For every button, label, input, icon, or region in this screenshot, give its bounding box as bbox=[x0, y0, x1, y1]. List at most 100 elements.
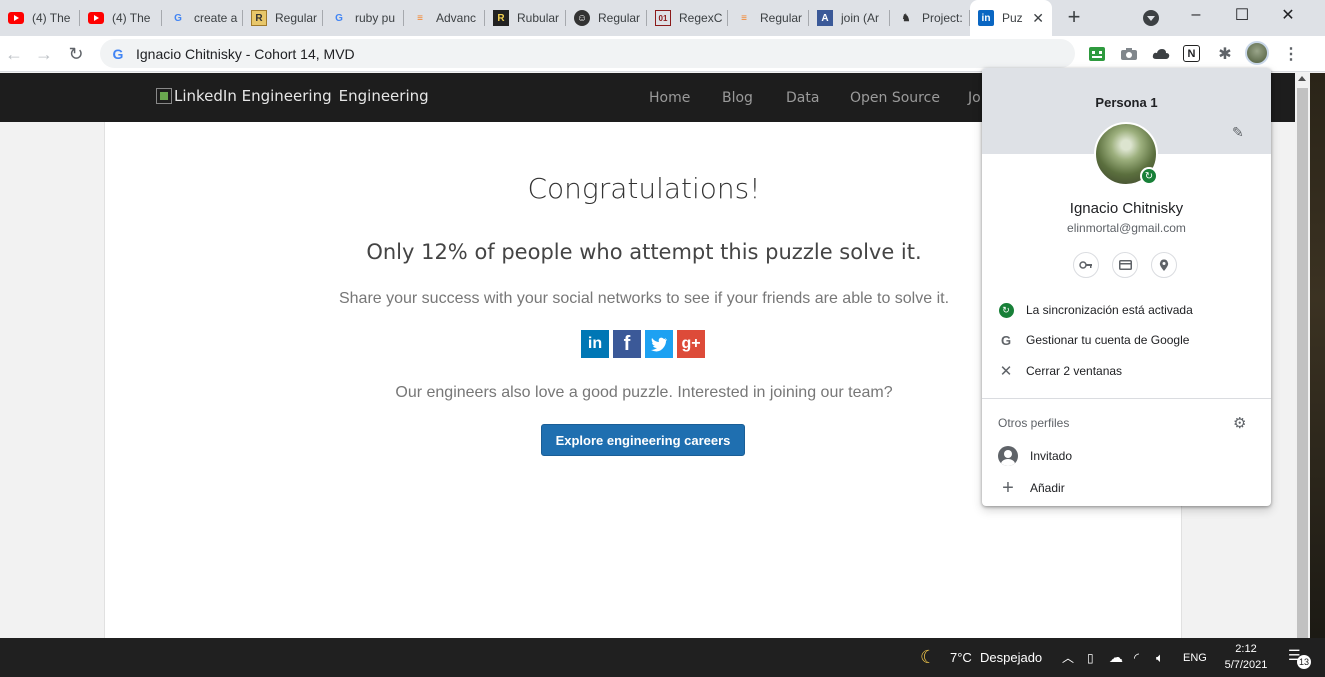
address-bar[interactable]: G Ignacio Chitnisky - Cohort 14, MVD bbox=[100, 39, 1075, 68]
forward-button[interactable]: → bbox=[32, 42, 56, 66]
minimize-button[interactable]: – bbox=[1173, 0, 1219, 30]
page-scrollbar[interactable] bbox=[1295, 73, 1310, 638]
clock-date: 5/7/2021 bbox=[1224, 659, 1268, 671]
close-tab-icon[interactable]: ✕ bbox=[1032, 10, 1044, 27]
volume-icon[interactable]: 🔈︎ bbox=[1156, 638, 1164, 677]
tab-title: Regular bbox=[275, 11, 318, 25]
browser-tab[interactable]: A join (Ar bbox=[809, 0, 890, 36]
browser-tab-active[interactable]: in Puz ✕ bbox=[970, 0, 1052, 36]
weather-desc[interactable]: Despejado bbox=[980, 638, 1042, 677]
github-icon: ☺ bbox=[574, 10, 590, 26]
site-logo[interactable]: LinkedIn Engineering Engineering bbox=[156, 87, 429, 105]
system-clock[interactable]: 2:12 5/7/2021 bbox=[1218, 641, 1274, 673]
youtube-icon bbox=[8, 10, 24, 26]
browser-tab[interactable]: G create a bbox=[162, 0, 243, 36]
google-icon: G bbox=[1000, 332, 1012, 348]
edit-pencil-icon[interactable]: ✎ bbox=[1232, 124, 1244, 141]
tab-title: Advanc bbox=[436, 11, 477, 25]
location-icon[interactable] bbox=[1151, 252, 1177, 278]
nav-home[interactable]: Home bbox=[649, 90, 690, 106]
plus-icon: + bbox=[1002, 476, 1014, 499]
logo-text: Engineering bbox=[338, 87, 429, 105]
extension-green-icon[interactable] bbox=[1087, 44, 1107, 64]
youtube-icon bbox=[88, 10, 104, 26]
device-icon[interactable]: ▯ bbox=[1087, 638, 1094, 677]
manage-account-row[interactable]: G Gestionar tu cuenta de Google bbox=[998, 330, 1258, 350]
close-window-button[interactable]: ✕ bbox=[1265, 0, 1311, 30]
broken-image-icon bbox=[156, 88, 172, 104]
new-tab-button[interactable]: + bbox=[1062, 6, 1086, 30]
stackoverflow-icon: ≡ bbox=[417, 12, 423, 24]
google-icon: G bbox=[112, 45, 124, 62]
sync-status-row[interactable]: ↻ La sincronización está activada bbox=[998, 300, 1258, 320]
appacademy-icon: A bbox=[817, 10, 833, 26]
social-share-buttons: in f g+ bbox=[581, 330, 705, 358]
tab-title: join (Ar bbox=[841, 11, 880, 25]
nav-jobs[interactable]: Jo bbox=[968, 90, 981, 106]
nav-blog[interactable]: Blog bbox=[722, 90, 753, 106]
scroll-up-icon[interactable] bbox=[1298, 76, 1306, 81]
guest-profile-row[interactable]: Invitado bbox=[998, 445, 1072, 467]
nav-data[interactable]: Data bbox=[786, 90, 819, 106]
menu-kebab-icon[interactable]: ⋮ bbox=[1281, 44, 1301, 64]
linkedin-icon: in bbox=[978, 10, 994, 26]
browser-tab[interactable]: ≡ Advanc bbox=[404, 0, 485, 36]
notification-center-icon[interactable]: ☰ 13 bbox=[1288, 647, 1311, 669]
cloud-extension-icon[interactable] bbox=[1151, 44, 1171, 64]
add-profile-row[interactable]: + Añadir bbox=[998, 477, 1065, 499]
manage-account-label: Gestionar tu cuenta de Google bbox=[1026, 333, 1190, 347]
browser-tab[interactable]: (4) The bbox=[80, 0, 162, 36]
browser-tab[interactable]: ☺ Regular bbox=[566, 0, 647, 36]
explore-careers-button[interactable]: Explore engineering careers bbox=[541, 424, 745, 456]
gear-icon[interactable]: ⚙ bbox=[1233, 414, 1246, 432]
back-button[interactable]: ← bbox=[2, 42, 26, 66]
figure-icon: ♞ bbox=[901, 12, 911, 24]
clock-time: 2:12 bbox=[1235, 643, 1257, 655]
reload-button[interactable]: ↻ bbox=[64, 42, 88, 66]
stackoverflow-icon: ≡ bbox=[741, 12, 747, 24]
tab-title: (4) The bbox=[112, 11, 151, 25]
scrollbar-thumb[interactable] bbox=[1297, 88, 1308, 638]
key-icon[interactable] bbox=[1073, 252, 1099, 278]
browser-tab[interactable]: R Rubular bbox=[485, 0, 566, 36]
tab-title: create a bbox=[194, 11, 238, 25]
close-windows-row[interactable]: ✕ Cerrar 2 ventanas bbox=[998, 361, 1258, 381]
profile-menu-popup: Persona 1 ✎ ↻ Ignacio Chitnisky elinmort… bbox=[982, 68, 1271, 506]
weather-temp[interactable]: 7°C bbox=[950, 638, 972, 677]
browser-tab[interactable]: R Regular bbox=[243, 0, 323, 36]
browser-tab[interactable]: ≡ Regular bbox=[728, 0, 809, 36]
nav-open-source[interactable]: Open Source bbox=[850, 90, 940, 106]
linkedin-share-icon[interactable]: in bbox=[581, 330, 609, 358]
wifi-icon[interactable]: ◜ bbox=[1134, 638, 1139, 677]
tab-title: Project: bbox=[922, 11, 963, 25]
twitter-share-icon[interactable] bbox=[645, 330, 673, 358]
address-text: Ignacio Chitnisky - Cohort 14, MVD bbox=[136, 45, 355, 62]
browser-tab[interactable]: (4) The bbox=[0, 0, 80, 36]
card-icon[interactable] bbox=[1112, 252, 1138, 278]
sync-label: La sincronización está activada bbox=[1026, 303, 1193, 317]
browser-tab[interactable]: G ruby pu bbox=[323, 0, 404, 36]
profile-avatar-button[interactable] bbox=[1245, 41, 1269, 65]
profile-title: Persona 1 bbox=[1095, 95, 1158, 110]
close-icon: ✕ bbox=[999, 363, 1013, 380]
moon-weather-icon[interactable]: ☾ bbox=[920, 638, 936, 677]
logo-alt-text: LinkedIn Engineering bbox=[174, 87, 332, 105]
chevron-up-icon[interactable]: ︿ bbox=[1062, 638, 1074, 677]
facebook-share-icon[interactable]: f bbox=[613, 330, 641, 358]
notion-icon[interactable]: N bbox=[1183, 45, 1200, 62]
tab-search-icon[interactable] bbox=[1143, 10, 1159, 26]
close-windows-label: Cerrar 2 ventanas bbox=[1026, 364, 1123, 378]
maximize-button[interactable]: ☐ bbox=[1219, 0, 1265, 30]
camera-icon[interactable] bbox=[1119, 44, 1139, 64]
googleplus-share-icon[interactable]: g+ bbox=[677, 330, 705, 358]
tab-strip: (4) The (4) The G create a R Regular G r… bbox=[0, 0, 1325, 36]
language-indicator[interactable]: ENG bbox=[1183, 638, 1207, 677]
browser-tab[interactable]: ♞ Project: bbox=[890, 0, 970, 36]
onedrive-cloud-icon[interactable]: ☁ bbox=[1109, 638, 1123, 677]
browser-tab[interactable]: 01 RegexC bbox=[647, 0, 728, 36]
person-icon bbox=[998, 446, 1018, 466]
desktop-wallpaper-edge bbox=[1310, 73, 1325, 638]
tab-title: Rubular bbox=[517, 11, 560, 25]
extensions-puzzle-icon[interactable]: ✱ bbox=[1215, 44, 1235, 64]
divider bbox=[982, 398, 1271, 399]
